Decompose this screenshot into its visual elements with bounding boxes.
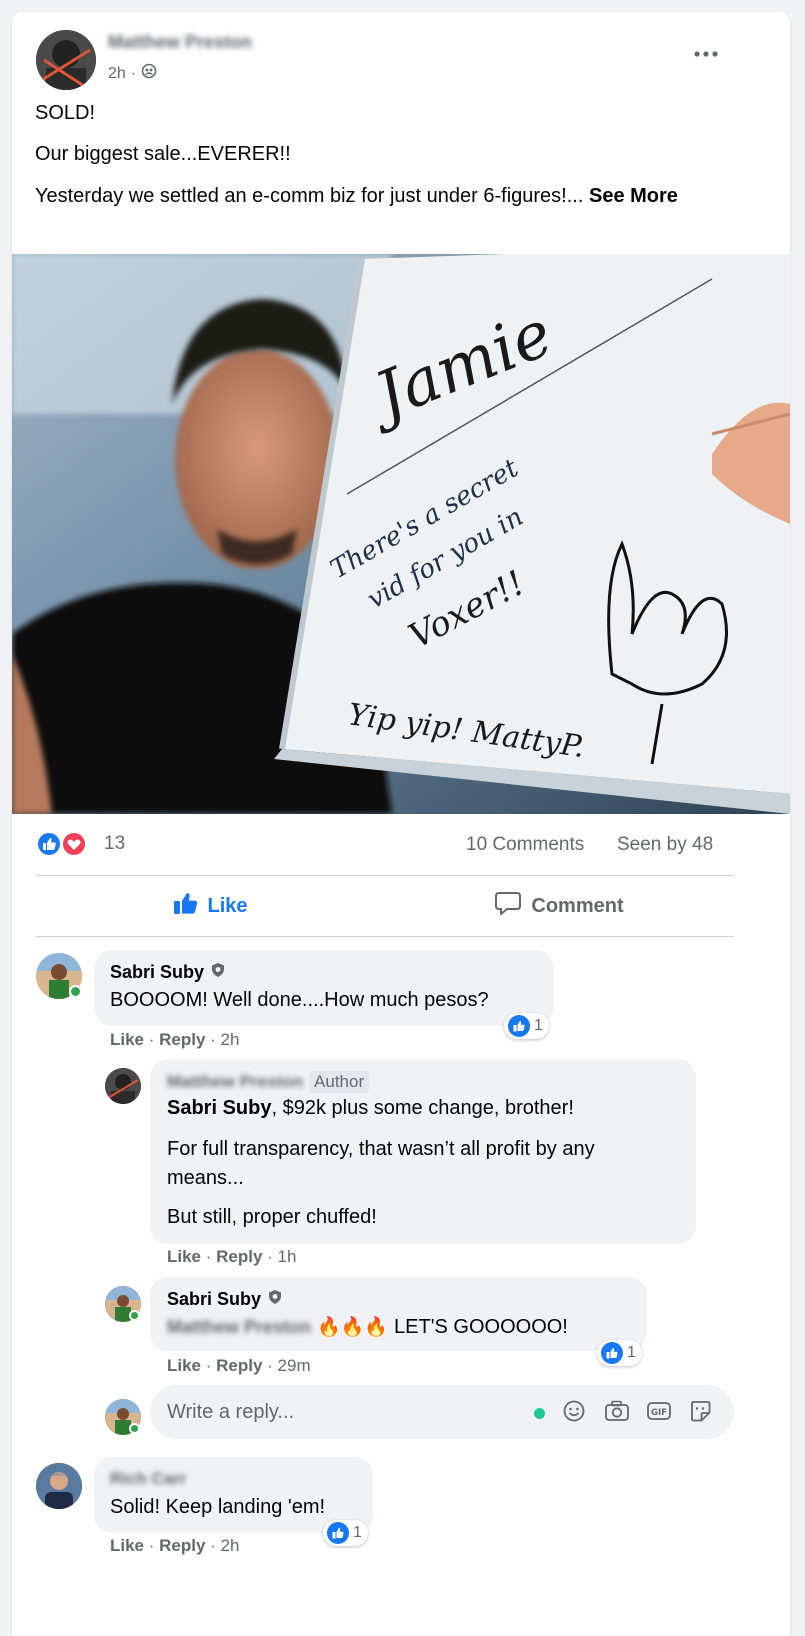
post-time-text[interactable]: 2h bbox=[108, 65, 126, 83]
audience-icon bbox=[141, 63, 157, 84]
reply-bubble: Sabri Suby Matthew Preston 🔥🔥🔥 LET'S GOO… bbox=[150, 1277, 647, 1351]
comment-text: BOOOOM! Well done....How much pesos? bbox=[110, 989, 489, 1011]
reply-time[interactable]: 1h bbox=[278, 1247, 297, 1266]
comment-reply-link[interactable]: Reply bbox=[159, 1030, 205, 1049]
divider-bottom bbox=[36, 936, 734, 937]
comment-text: Solid! Keep landing 'em! bbox=[110, 1496, 326, 1518]
reply-like-link[interactable]: Like bbox=[167, 1356, 201, 1375]
comment-like-link[interactable]: Like bbox=[110, 1030, 144, 1049]
author-badge: Author bbox=[309, 1071, 370, 1093]
sticker-icon[interactable] bbox=[688, 1399, 712, 1428]
comment-bubble: Sabri Suby BOOOOM! Well done....How much… bbox=[94, 950, 554, 1026]
post-line-3-text: Yesterday we settled an e-comm biz for j… bbox=[35, 185, 584, 207]
reply-input[interactable]: Write a reply... GIF bbox=[150, 1385, 734, 1439]
reply-text-body: LET'S GOOOOOO! bbox=[394, 1315, 568, 1338]
post-line-2: Our biggest sale...EVERER!! bbox=[35, 143, 291, 165]
post-line-3: Yesterday we settled an e-comm biz for j… bbox=[35, 182, 745, 211]
reply-mention[interactable]: Matthew Preston bbox=[167, 1317, 311, 1338]
comment-meta: Like · Reply · 2h bbox=[110, 1536, 240, 1555]
comments-count[interactable]: 10 Comments bbox=[466, 834, 584, 856]
reply-text-2b: means... bbox=[167, 1167, 244, 1189]
reply-reaction-count[interactable]: 1 bbox=[597, 1340, 642, 1366]
like-reaction-icon bbox=[327, 1522, 349, 1544]
reply-author-avatar[interactable] bbox=[105, 1068, 141, 1104]
reply-author-row: Matthew Preston Author bbox=[167, 1071, 370, 1093]
comment-time[interactable]: 2h bbox=[221, 1030, 240, 1049]
comment-meta: Like · Reply · 2h bbox=[110, 1030, 240, 1049]
comment-button[interactable]: Comment bbox=[385, 878, 734, 934]
post-card: Matthew Preston 2h · SOLD! Our biggest s… bbox=[12, 12, 790, 1636]
reply-text-1: Sabri Suby, $92k plus some change, broth… bbox=[167, 1097, 574, 1120]
comment-author-name[interactable]: Sabri Suby bbox=[110, 962, 204, 983]
reply-mention[interactable]: Sabri Suby bbox=[167, 1097, 271, 1119]
see-more-link[interactable]: See More bbox=[589, 185, 678, 207]
verified-badge-icon bbox=[267, 1289, 283, 1310]
comment-icon bbox=[495, 891, 522, 921]
reply-text-2a: For full transparency, that wasn’t all p… bbox=[167, 1138, 595, 1160]
reply-time[interactable]: 29m bbox=[278, 1356, 311, 1375]
seen-by[interactable]: Seen by 48 bbox=[617, 834, 713, 856]
like-reaction-icon bbox=[508, 1015, 530, 1037]
comment-time[interactable]: 2h bbox=[221, 1536, 240, 1555]
reply-reaction-number: 1 bbox=[627, 1344, 636, 1361]
comment-author[interactable]: Sabri Suby bbox=[110, 962, 226, 983]
reply-bubble: Matthew Preston Author Sabri Suby, $92k … bbox=[150, 1059, 696, 1244]
like-button[interactable]: Like bbox=[36, 878, 385, 934]
comment-author[interactable]: Rich Carr bbox=[110, 1469, 187, 1489]
reaction-count[interactable]: 13 bbox=[104, 833, 125, 855]
reply-text-3: But still, proper chuffed! bbox=[167, 1206, 377, 1228]
comment-like-link[interactable]: Like bbox=[110, 1536, 144, 1555]
reply-author-name[interactable]: Sabri Suby bbox=[167, 1289, 261, 1310]
gif-icon[interactable]: GIF bbox=[646, 1399, 672, 1428]
reply-author-row: Sabri Suby bbox=[167, 1289, 283, 1310]
comment-reaction-number: 1 bbox=[353, 1524, 362, 1541]
comment-reaction-number: 1 bbox=[534, 1017, 543, 1034]
more-icon[interactable] bbox=[690, 44, 722, 64]
online-status-indicator bbox=[129, 1423, 140, 1434]
like-button-label: Like bbox=[207, 894, 248, 917]
time-separator: · bbox=[130, 64, 137, 82]
camera-icon[interactable] bbox=[604, 1399, 630, 1428]
like-reaction-icon bbox=[36, 831, 62, 857]
online-status-indicator bbox=[129, 1310, 140, 1321]
post-line-1: SOLD! bbox=[35, 102, 96, 124]
reply-meta: Like · Reply · 29m bbox=[167, 1356, 311, 1375]
comment-button-label: Comment bbox=[531, 894, 624, 917]
verified-badge-icon bbox=[210, 962, 226, 983]
reply-author-name[interactable]: Matthew Preston bbox=[167, 1072, 303, 1092]
author-avatar[interactable] bbox=[36, 30, 96, 90]
reply-reply-link[interactable]: Reply bbox=[216, 1247, 262, 1266]
post-photo[interactable]: Jamie There's a secret vid for you in Vo… bbox=[12, 254, 790, 814]
gif-icon-glyph: GIF bbox=[651, 1408, 667, 1418]
online-status-indicator bbox=[69, 985, 82, 998]
reaction-icons[interactable] bbox=[36, 831, 96, 857]
thumbs-up-icon bbox=[173, 891, 199, 921]
reply-text: Matthew Preston 🔥🔥🔥 LET'S GOOOOOO! bbox=[167, 1315, 568, 1339]
reply-meta: Like · Reply · 1h bbox=[167, 1247, 297, 1266]
reply-text-1-body: , $92k plus some change, brother! bbox=[271, 1097, 574, 1119]
fire-emoji: 🔥🔥🔥 bbox=[317, 1317, 389, 1338]
reply-input-placeholder: Write a reply... bbox=[167, 1401, 295, 1423]
comment-reaction-count[interactable]: 1 bbox=[504, 1013, 549, 1039]
reply-reply-link[interactable]: Reply bbox=[216, 1356, 262, 1375]
author-name[interactable]: Matthew Preston bbox=[108, 32, 252, 53]
emoji-icon[interactable] bbox=[562, 1399, 586, 1428]
like-reaction-icon bbox=[601, 1342, 623, 1364]
comment-reaction-count[interactable]: 1 bbox=[323, 1520, 368, 1546]
reply-like-link[interactable]: Like bbox=[167, 1247, 201, 1266]
commenter-avatar[interactable] bbox=[36, 1463, 82, 1509]
post-time: 2h · bbox=[108, 63, 157, 84]
comment-reply-link[interactable]: Reply bbox=[159, 1536, 205, 1555]
typing-indicator-dot bbox=[534, 1408, 545, 1419]
divider-top bbox=[36, 875, 734, 876]
love-reaction-icon bbox=[61, 831, 87, 857]
